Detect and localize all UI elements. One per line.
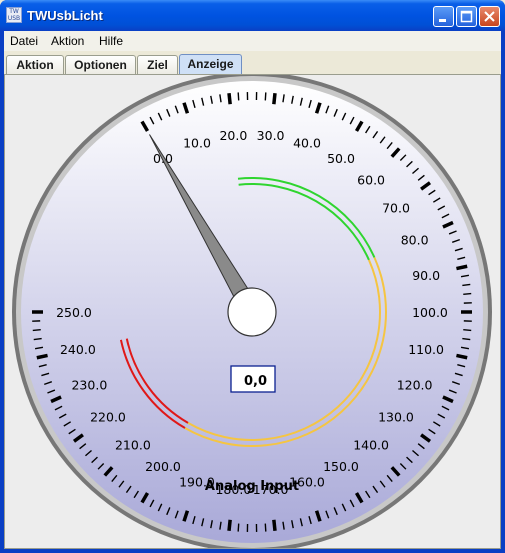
tab-ziel[interactable]: Ziel [137, 55, 178, 74]
tick-label: 90.0 [412, 268, 440, 283]
menu-aktion[interactable]: Aktion [51, 34, 84, 48]
gauge-label: Analog Input [205, 479, 299, 494]
tab-bar: Aktion Optionen Ziel Anzeige [4, 53, 501, 75]
menu-bar: Datei Aktion Hilfe [4, 31, 501, 51]
tick-label: 20.0 [219, 128, 247, 143]
minor-tick [463, 292, 472, 295]
tick-label: 220.0 [90, 410, 126, 425]
tab-anzeige[interactable]: Anzeige [179, 54, 242, 75]
tick-label: 240.0 [60, 342, 96, 357]
tick-label: 70.0 [382, 200, 410, 215]
tick-label: 200.0 [145, 459, 181, 474]
major-tick [272, 519, 277, 531]
window-title: TWUsbLicht [27, 8, 103, 23]
tick-label: 250.0 [56, 305, 92, 320]
tick-label: 100.0 [412, 305, 448, 320]
display-panel: 0.010.020.030.040.050.060.070.080.090.01… [4, 72, 501, 552]
close-button[interactable] [479, 6, 500, 27]
app-icon: TW USB [6, 7, 22, 23]
minimize-icon [439, 19, 446, 22]
major-tick [456, 264, 468, 271]
tick-label: 140.0 [353, 437, 389, 452]
minor-tick [462, 283, 471, 287]
major-tick [227, 93, 232, 105]
tick-label: 10.0 [183, 136, 211, 151]
tick-label: 130.0 [378, 410, 414, 425]
minor-tick [264, 523, 267, 532]
minor-tick [33, 337, 42, 341]
gauge-hub [227, 287, 277, 337]
maximize-button[interactable] [456, 6, 477, 27]
maximize-icon [460, 10, 473, 23]
minor-tick [237, 523, 240, 532]
major-tick [456, 353, 468, 360]
gauge: 0.010.020.030.040.050.060.070.080.090.01… [12, 72, 492, 552]
application-window: TW USB TWUsbLicht Datei Aktion Hilfe Akt… [0, 0, 505, 553]
tick-label: 150.0 [323, 459, 359, 474]
client-area: Datei Aktion Hilfe Aktion Optionen Ziel … [4, 31, 501, 552]
major-tick [36, 353, 48, 360]
minor-tick [264, 92, 267, 101]
tick-label: 120.0 [397, 377, 433, 392]
major-tick [227, 519, 232, 531]
tick-label: 40.0 [293, 136, 321, 151]
minor-tick [463, 329, 472, 332]
menu-hilfe[interactable]: Hilfe [99, 34, 123, 48]
value-display: 0,0 [244, 374, 267, 389]
title-bar[interactable]: TW USB TWUsbLicht [0, 0, 505, 31]
minimize-button[interactable] [433, 6, 454, 27]
minor-tick [32, 329, 41, 332]
tick-label: 80.0 [401, 233, 429, 248]
tick-label: 30.0 [257, 128, 285, 143]
major-tick [272, 93, 277, 105]
tab-optionen[interactable]: Optionen [65, 55, 136, 74]
tick-label: 230.0 [71, 377, 107, 392]
close-icon [484, 11, 495, 22]
minor-tick [237, 92, 240, 101]
tick-label: 60.0 [357, 173, 385, 188]
tick-label: 210.0 [115, 437, 151, 452]
minor-tick [462, 337, 471, 341]
menu-datei[interactable]: Datei [10, 34, 38, 48]
tab-aktion[interactable]: Aktion [6, 55, 64, 74]
tick-label: 50.0 [327, 151, 355, 166]
tick-label: 110.0 [408, 342, 444, 357]
